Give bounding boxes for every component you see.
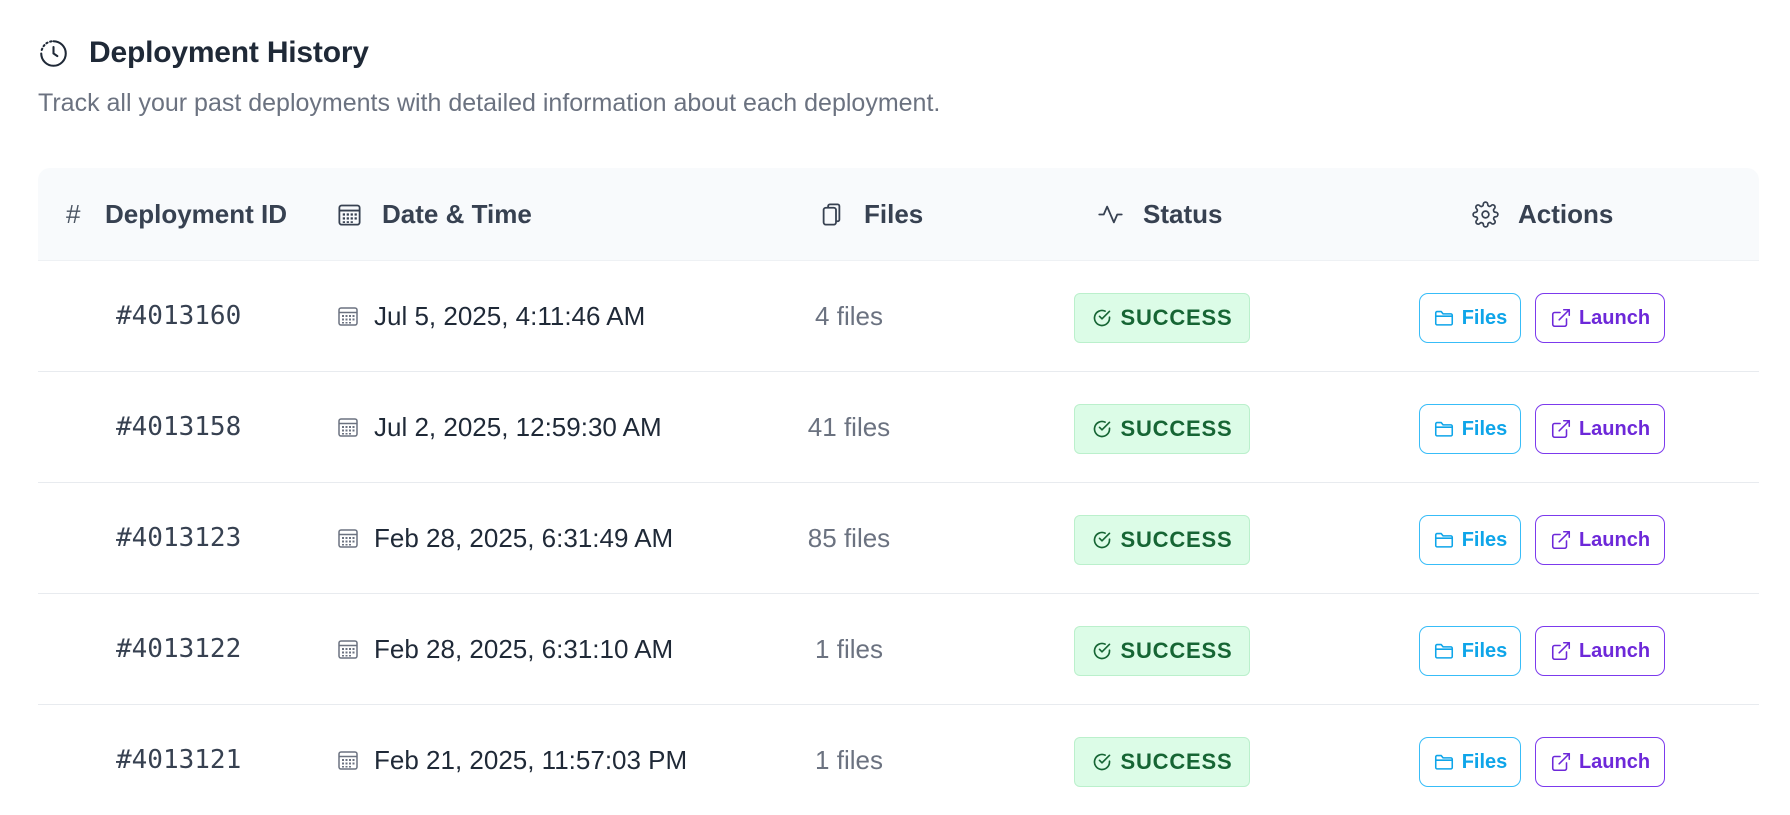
folder-icon [1434,532,1453,548]
check-circle-icon [1093,309,1110,327]
calendar-icon [338,751,358,770]
view-files-button-label: Files [1461,750,1508,773]
deployment-id: #4013122 [116,634,242,664]
launch-button[interactable]: Launch [1535,293,1665,343]
launch-button[interactable]: Launch [1535,515,1665,565]
column-header-files-label: Files [864,198,924,229]
status-badge: SUCCESS [1074,626,1250,676]
table-row: #4013122 Feb 28, 2025, 6:31:10 AM 1 file… [38,594,1759,705]
copy-files-icon [822,202,841,226]
clock-icon [40,39,67,67]
status-badge: SUCCESS [1074,737,1250,787]
launch-button[interactable]: Launch [1535,737,1665,787]
status-badge: SUCCESS [1074,515,1250,565]
page-subtitle: Track all your past deployments with det… [38,89,941,117]
calendar-icon [338,204,361,226]
check-circle-icon [1093,753,1110,771]
status-badge-label: SUCCESS [1120,416,1233,441]
deployment-date: Feb 28, 2025, 6:31:49 AM [374,522,674,553]
status-badge-label: SUCCESS [1120,305,1233,330]
table-row: #4013158 Jul 2, 2025, 12:59:30 AM 41 fil… [38,372,1759,483]
external-link-icon [1551,419,1570,439]
launch-button[interactable]: Launch [1535,626,1665,676]
column-header-status-label: Status [1143,198,1223,229]
deployment-date: Jul 2, 2025, 12:59:30 AM [374,411,662,442]
view-files-button[interactable]: Files [1419,404,1521,454]
folder-icon [1434,754,1453,770]
check-circle-icon [1093,531,1110,549]
deployment-id: #4013121 [116,745,242,775]
deployment-file-count: 1 files [815,633,883,664]
page-title: Deployment History [89,36,369,69]
deployments-table: # Deployment ID Date & Time Files Status… [38,168,1759,815]
deployment-date-cell: Feb 28, 2025, 6:31:10 AM [336,594,673,704]
column-header-status: Status [1097,168,1222,260]
deployment-date: Feb 21, 2025, 11:57:03 PM [374,744,688,775]
view-files-button[interactable]: Files [1419,737,1521,787]
view-files-button[interactable]: Files [1419,626,1521,676]
table-row: #4013160 Jul 5, 2025, 4:11:46 AM 4 files… [38,261,1759,372]
deployment-date: Jul 5, 2025, 4:11:46 AM [374,300,646,331]
view-files-button-label: Files [1461,639,1508,662]
view-files-button-label: Files [1461,528,1508,551]
view-files-button-label: Files [1461,417,1508,440]
launch-button-label: Launch [1578,639,1651,662]
view-files-button[interactable]: Files [1419,515,1521,565]
status-badge: SUCCESS [1074,404,1250,454]
folder-icon [1434,421,1453,437]
table-body: #4013160 Jul 5, 2025, 4:11:46 AM 4 files… [38,261,1759,815]
deployment-file-count: 41 files [807,411,891,442]
column-header-index: # [66,198,81,229]
launch-button-label: Launch [1578,417,1651,440]
deployment-date-cell: Jul 2, 2025, 12:59:30 AM [336,372,662,482]
column-header-date-time-label: Date & Time [382,198,532,229]
status-badge: SUCCESS [1074,293,1250,343]
deployment-file-count: 1 files [815,744,883,775]
deployment-history-panel: Deployment History Track all your past d… [0,0,1790,812]
table-header: # Deployment ID Date & Time Files Status… [38,168,1759,261]
calendar-icon [338,640,358,659]
activity-icon [1098,205,1123,223]
view-files-button-label: Files [1461,306,1508,329]
deployment-date-cell: Jul 5, 2025, 4:11:46 AM [336,261,645,371]
external-link-icon [1551,752,1570,772]
calendar-icon [338,307,358,326]
gear-icon [1472,200,1499,228]
calendar-icon [338,418,358,437]
deployment-file-count: 4 files [815,300,883,331]
launch-button-label: Launch [1578,306,1651,329]
column-header-deployment-id: Deployment ID [105,198,288,229]
table-row: #4013121 Feb 21, 2025, 11:57:03 PM 1 fil… [38,705,1759,815]
status-badge-label: SUCCESS [1120,638,1233,663]
check-circle-icon [1093,420,1110,438]
launch-button-label: Launch [1578,528,1651,551]
calendar-icon [338,529,358,548]
column-header-actions: Actions [1472,168,1613,260]
column-header-date-time: Date & Time [336,168,532,260]
column-header-files: Files [818,168,923,260]
folder-icon [1434,310,1453,326]
status-badge-label: SUCCESS [1120,527,1233,552]
folder-icon [1434,643,1453,659]
view-files-button[interactable]: Files [1419,293,1521,343]
launch-button[interactable]: Launch [1535,404,1665,454]
deployment-date-cell: Feb 28, 2025, 6:31:49 AM [336,483,673,593]
column-header-actions-label: Actions [1518,198,1614,229]
table-row: #4013123 Feb 28, 2025, 6:31:49 AM 85 fil… [38,483,1759,594]
external-link-icon [1551,641,1570,661]
deployment-id: #4013123 [116,523,242,553]
launch-button-label: Launch [1578,750,1651,773]
check-circle-icon [1093,642,1110,660]
deployment-date-cell: Feb 21, 2025, 11:57:03 PM [336,705,687,815]
deployment-id: #4013158 [116,412,242,442]
deployment-date: Feb 28, 2025, 6:31:10 AM [374,633,674,664]
deployment-file-count: 85 files [807,522,891,553]
deployment-id: #4013160 [116,301,242,331]
title-row: Deployment History [38,36,369,70]
external-link-icon [1551,530,1570,550]
external-link-icon [1551,308,1570,328]
status-badge-label: SUCCESS [1120,749,1233,774]
